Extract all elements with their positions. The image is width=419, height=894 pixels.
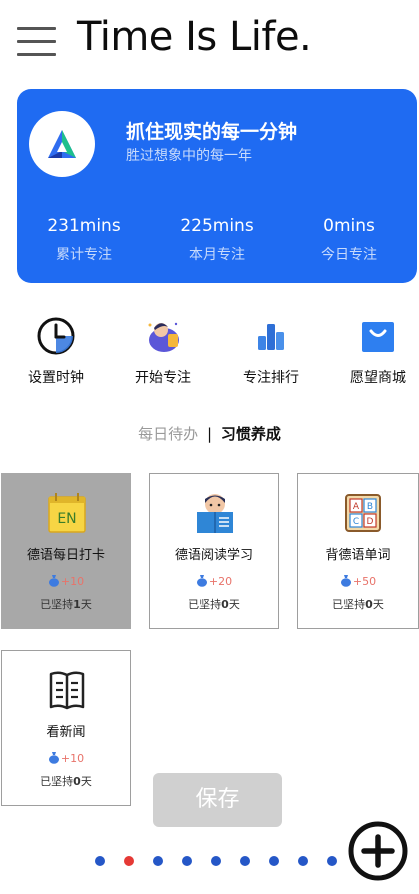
slogan-title: 抓住现实的每一分钟 (126, 121, 298, 143)
streak-prefix: 已坚持 (40, 775, 74, 788)
stat-total: 231mins 累计专注 (24, 216, 144, 264)
shopping-bag-icon (362, 322, 394, 352)
slogan-subtitle: 胜过想象中的每一年 (126, 148, 252, 164)
svg-text:D: D (367, 517, 374, 527)
habit-card[interactable]: 看新闻 +10 已坚持0天 (1, 650, 131, 806)
wish-mall-button[interactable]: 愿望商城 (332, 316, 419, 387)
en-calendar-icon: EN (48, 493, 86, 533)
habit-card[interactable]: EN 德语每日打卡 +10 已坚持1天 (1, 473, 131, 629)
todo-habit-tabs: 每日待办 | 习惯养成 (0, 423, 419, 444)
streak-days: 0 (365, 598, 373, 611)
money-bag-icon (196, 575, 207, 587)
habit-streak: 已坚持0天 (298, 596, 418, 612)
reading-boy-icon (197, 494, 233, 533)
page-dot[interactable] (298, 856, 308, 866)
habit-reward: +50 (298, 574, 418, 588)
habit-reward-value: +10 (60, 575, 85, 588)
habit-reward-value: +10 (60, 752, 85, 765)
page-dot[interactable] (211, 856, 221, 866)
stat-value: 0mins (323, 216, 375, 236)
stat-month: 225mins 本月专注 (157, 216, 277, 264)
streak-prefix: 已坚持 (188, 598, 222, 611)
add-habit-icon[interactable] (347, 820, 409, 882)
money-bag-icon (48, 752, 59, 764)
focus-stats-card: 抓住现实的每一分钟 胜过想象中的每一年 231mins 累计专注 225mins… (17, 89, 417, 283)
stat-value: 225mins (180, 216, 254, 236)
streak-suffix: 天 (228, 598, 240, 611)
svg-text:A: A (353, 502, 360, 512)
streak-prefix: 已坚持 (40, 598, 74, 611)
page-dot[interactable] (269, 856, 279, 866)
start-focus-button[interactable]: 开始专注 (117, 316, 209, 387)
newspaper-icon (49, 671, 85, 710)
page-dot[interactable] (327, 856, 337, 866)
clock-icon (37, 317, 75, 355)
svg-text:EN: EN (57, 511, 76, 527)
stat-today: 0mins 今日专注 (289, 216, 409, 264)
money-bag-icon (340, 575, 351, 587)
habit-name: 看新闻 (46, 725, 86, 740)
stat-label: 本月专注 (189, 247, 245, 263)
save-button[interactable]: 保存 (153, 773, 282, 827)
habit-card[interactable]: A B C D 背德语单词 +50 已坚持0天 (297, 473, 419, 629)
menu-icon[interactable] (17, 27, 56, 57)
streak-days: 0 (221, 598, 229, 611)
habit-card[interactable]: 德语阅读学习 +20 已坚持0天 (149, 473, 279, 629)
streak-days: 0 (73, 775, 81, 788)
habit-streak: 已坚持0天 (150, 596, 278, 612)
habit-name: 德语阅读学习 (174, 548, 253, 563)
page-dot[interactable] (240, 856, 250, 866)
habit-streak: 已坚持1天 (2, 596, 130, 612)
stat-label: 今日专注 (321, 247, 377, 263)
habit-reward: +10 (2, 574, 130, 588)
abcd-blocks-icon: A B C D (345, 494, 381, 532)
streak-suffix: 天 (80, 598, 92, 611)
tab-daily-todo[interactable]: 每日待办 (138, 425, 198, 443)
streak-suffix: 天 (80, 775, 92, 788)
quick-action-label: 开始专注 (135, 370, 191, 386)
streak-days: 1 (73, 598, 81, 611)
quick-action-label: 专注排行 (243, 370, 299, 386)
habit-reward-value: +20 (208, 575, 233, 588)
stat-value: 231mins (47, 216, 121, 236)
focus-person-icon (148, 322, 179, 352)
streak-suffix: 天 (372, 598, 384, 611)
quick-action-label: 设置时钟 (28, 370, 84, 386)
set-clock-button[interactable]: 设置时钟 (10, 316, 102, 387)
tab-separator: | (206, 425, 213, 443)
stat-label: 累计专注 (56, 247, 112, 263)
habit-streak: 已坚持0天 (2, 773, 130, 789)
habit-reward-value: +50 (352, 575, 377, 588)
app-logo (29, 111, 95, 177)
svg-text:C: C (353, 517, 359, 527)
streak-prefix: 已坚持 (332, 598, 366, 611)
page-dot[interactable] (95, 856, 105, 866)
focus-ranking-button[interactable]: 专注排行 (225, 316, 317, 387)
page-dot[interactable] (153, 856, 163, 866)
habit-reward: +10 (2, 751, 130, 765)
svg-text:B: B (367, 502, 373, 512)
app-title: Time Is Life. (77, 14, 312, 60)
habit-name: 德语每日打卡 (26, 548, 105, 563)
page-dot[interactable] (124, 856, 134, 866)
quick-action-label: 愿望商城 (350, 370, 406, 386)
app-header: Time Is Life. (0, 0, 419, 86)
money-bag-icon (48, 575, 59, 587)
habit-reward: +20 (150, 574, 278, 588)
habit-name: 背德语单词 (325, 548, 391, 563)
page-dot[interactable] (182, 856, 192, 866)
ranking-bar-icon (258, 324, 284, 350)
logo-triangle-icon (48, 130, 76, 158)
tab-habit-building[interactable]: 习惯养成 (221, 425, 281, 443)
